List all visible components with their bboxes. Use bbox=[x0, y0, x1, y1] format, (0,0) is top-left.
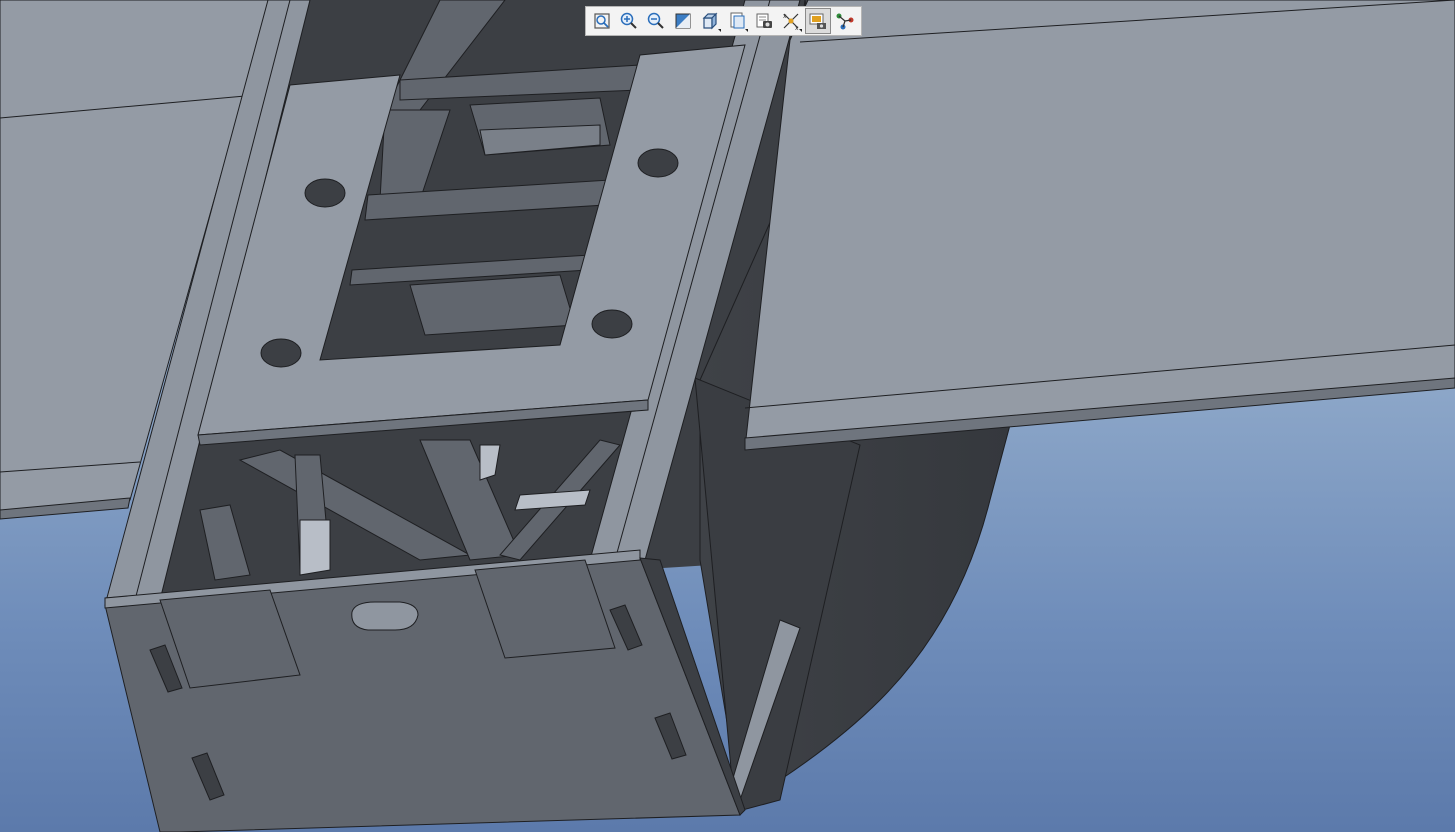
display-style-icon bbox=[754, 11, 774, 31]
flyout-arrow-icon bbox=[799, 29, 802, 32]
zoom-in-icon bbox=[619, 11, 639, 31]
right-wing-panel bbox=[744, 0, 1455, 449]
view-orientation-button[interactable] bbox=[697, 8, 723, 34]
view-orientation-icon bbox=[700, 11, 720, 31]
saved-views-icon bbox=[727, 11, 747, 31]
refit-icon bbox=[592, 11, 612, 31]
refit-button[interactable] bbox=[589, 8, 615, 34]
flyout-arrow-icon bbox=[718, 29, 721, 32]
zoom-out-button[interactable] bbox=[643, 8, 669, 34]
datum-display-icon: xx bbox=[781, 11, 801, 31]
svg-text:x: x bbox=[783, 13, 787, 20]
zoom-out-icon bbox=[646, 11, 666, 31]
zoom-in-button[interactable] bbox=[616, 8, 642, 34]
flyout-arrow-icon bbox=[745, 29, 748, 32]
spin-center-button[interactable] bbox=[805, 8, 831, 34]
cad-model[interactable] bbox=[0, 0, 1455, 832]
display-style-button[interactable] bbox=[751, 8, 777, 34]
saved-views-button[interactable] bbox=[724, 8, 750, 34]
view-toolbar: xx bbox=[585, 6, 862, 36]
front-panel-slot bbox=[351, 601, 419, 631]
repaint-button[interactable] bbox=[670, 8, 696, 34]
spin-center-icon bbox=[808, 11, 828, 31]
annotation-display-button[interactable] bbox=[832, 8, 858, 34]
graphics-viewport[interactable]: xx bbox=[0, 0, 1455, 832]
repaint-icon bbox=[673, 11, 693, 31]
annotation-display-icon bbox=[835, 11, 855, 31]
datum-display-button[interactable]: xx bbox=[778, 8, 804, 34]
